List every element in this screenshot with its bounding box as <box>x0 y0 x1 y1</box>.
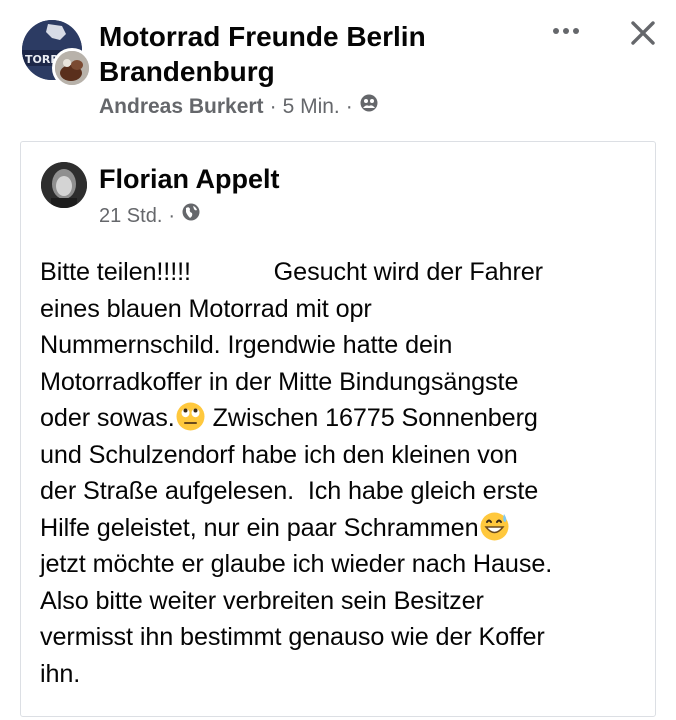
group-post-header: TORR Motorrad Freunde Berlin Brandenburg… <box>0 0 676 130</box>
shared-author-avatar[interactable] <box>41 162 87 208</box>
post-meta: Andreas Burkert · 5 Min. · <box>99 93 379 121</box>
meta-separator: · <box>269 95 277 118</box>
post-text: Bitte teilen!!!!! Gesucht wird der Fahre… <box>40 254 650 692</box>
grinning-sweat-emoji-icon <box>479 511 510 542</box>
globe-icon <box>181 202 201 229</box>
author-avatar <box>52 48 92 88</box>
shared-post-timestamp[interactable]: 21 Std. <box>99 203 162 229</box>
close-button[interactable] <box>624 14 662 52</box>
post-text-part: jetzt möchte er glaube ich wieder nach H… <box>40 550 553 688</box>
post-view: TORR Motorrad Freunde Berlin Brandenburg… <box>0 0 676 720</box>
post-author-name[interactable]: Andreas Burkert <box>99 93 264 121</box>
eye-roll-emoji-icon <box>175 401 206 432</box>
shared-post-meta: 21 Std. · <box>99 202 201 229</box>
group-name[interactable]: Motorrad Freunde Berlin Brandenburg <box>99 19 539 89</box>
shared-author-photo-icon <box>41 162 87 208</box>
meta-separator: · <box>168 204 176 227</box>
post-timestamp[interactable]: 5 Min. <box>283 93 340 121</box>
group-members-icon <box>359 93 379 121</box>
close-icon <box>631 21 655 45</box>
shared-post-card[interactable]: Florian Appelt 21 Std. · Bitte teilen!!!… <box>20 141 656 717</box>
group-avatar[interactable]: TORR <box>22 20 92 88</box>
meta-separator: · <box>345 95 353 118</box>
shared-author-name[interactable]: Florian Appelt <box>99 162 280 196</box>
more-options-button[interactable] <box>549 16 583 46</box>
author-photo-icon <box>55 51 89 85</box>
more-options-icon <box>553 28 579 34</box>
